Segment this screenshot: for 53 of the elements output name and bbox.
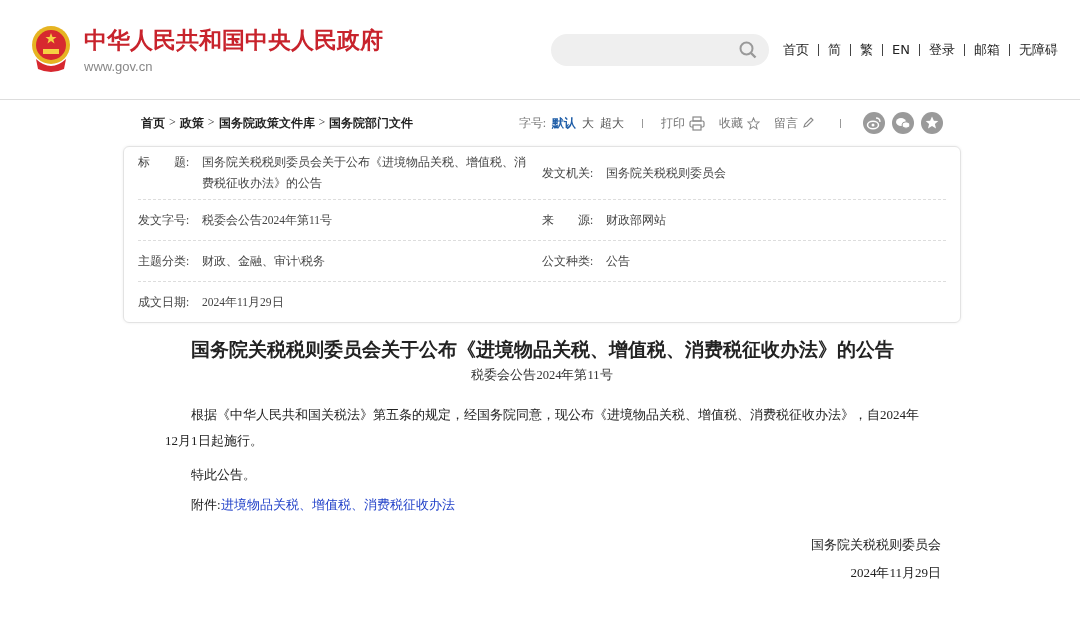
field-value: 国务院关税税则委员会 xyxy=(606,165,727,181)
breadcrumb-separator: > xyxy=(318,114,326,131)
field-label: 公文种类: xyxy=(542,253,595,269)
site-name[interactable]: 中华人民共和国中央人民政府 xyxy=(84,25,383,56)
field-label: 来 源: xyxy=(542,212,595,228)
font-size-label: 字号: xyxy=(518,114,546,132)
signature: 国务院关税税则委员会 xyxy=(811,536,941,554)
font-size-option[interactable]: 大 xyxy=(582,114,594,132)
emblem-icon xyxy=(30,24,72,75)
font-size-option[interactable]: 超大 xyxy=(600,114,624,132)
attachment-link[interactable]: 进境物品关税、增值税、消费税征收办法 xyxy=(220,497,455,512)
font-size-option[interactable]: 默认 xyxy=(552,114,576,132)
search-icon[interactable] xyxy=(739,40,758,59)
breadcrumb-link[interactable]: 首页 xyxy=(141,114,165,132)
paragraph: 根据《中华人民共和国关税法》第五条的规定，经国务院同意，现公布《进境物品关税、增值税、消费税征收办法》，自2024年12月1日起施行。 xyxy=(165,406,920,450)
document-number: 税委会公告2024年第11号 xyxy=(470,367,614,384)
weibo-icon[interactable] xyxy=(863,112,885,134)
chat-bubbles-icon[interactable] xyxy=(892,112,914,134)
nav-link[interactable]: EN xyxy=(892,42,910,57)
field-value: 税委会公告2024年第11号 xyxy=(202,212,334,228)
pencil-icon[interactable] xyxy=(802,117,814,129)
nav-link[interactable]: 首页 xyxy=(783,40,810,59)
nav-link[interactable]: 登录 xyxy=(929,40,955,59)
nav-link[interactable]: 邮箱 xyxy=(974,40,1000,59)
nav-link[interactable]: 繁 xyxy=(860,40,874,59)
search-field[interactable] xyxy=(551,33,770,66)
field-value: 财政部网站 xyxy=(606,212,667,228)
field-value: 公告 xyxy=(606,253,631,269)
breadcrumb-separator: > xyxy=(169,114,176,131)
field-label: 发文机关: xyxy=(542,165,595,181)
field-value: 2024年11月29日 xyxy=(202,294,285,310)
toolbar-link[interactable]: 留言 xyxy=(774,114,798,132)
field-label: 标 题: xyxy=(138,155,191,170)
site-url: www.gov.cn xyxy=(84,59,154,74)
breadcrumb-link[interactable]: 政策 xyxy=(179,114,204,132)
breadcrumb-separator: > xyxy=(207,114,215,131)
toolbar-link[interactable]: 打印 xyxy=(661,114,685,132)
field-label: 成文日期: xyxy=(138,294,191,310)
attachment-label: 附件: xyxy=(191,497,221,512)
nav-link[interactable]: 简 xyxy=(828,40,842,59)
toolbar-link[interactable]: 收藏 xyxy=(719,114,743,132)
nav-link[interactable]: 无障碍 xyxy=(1019,40,1058,59)
field-value: 国务院关税税则委员会关于公布《进境物品关税、增值税、消费税征收办法》的公告 xyxy=(202,155,527,191)
field-label: 发文字号: xyxy=(138,212,191,228)
field-value: 财政、金融、审计\税务 xyxy=(202,253,327,269)
breadcrumb-link[interactable]: 国务院政策文件库 xyxy=(218,114,315,132)
article-title: 国务院关税税则委员会关于公布《进境物品关税、增值税、消费税征收办法》的公告 xyxy=(189,338,895,362)
breadcrumb-link[interactable]: 国务院部门文件 xyxy=(329,114,414,132)
field-label: 主题分类: xyxy=(138,253,191,269)
signature-date: 2024年11月29日 xyxy=(850,564,941,582)
paragraph: 特此公告。 xyxy=(190,466,257,484)
star-icon[interactable] xyxy=(747,116,760,130)
printer-icon[interactable] xyxy=(689,115,705,131)
